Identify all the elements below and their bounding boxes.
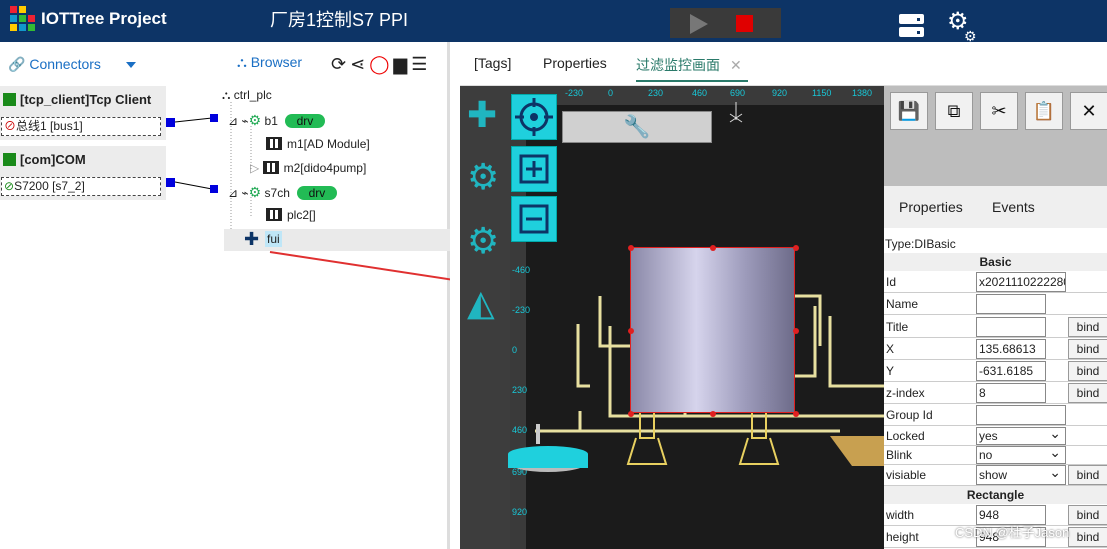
table-icon bbox=[262, 161, 279, 174]
cut-button[interactable]: ✂ bbox=[980, 92, 1018, 130]
save-button[interactable]: 💾 bbox=[890, 92, 928, 130]
plug-icon: ⌁ bbox=[241, 186, 249, 200]
table-icon bbox=[266, 137, 282, 150]
gear-icon: ⚙ bbox=[248, 112, 262, 128]
tab-hmi[interactable]: 过滤监控画面 ✕ bbox=[636, 55, 748, 82]
bind-button[interactable]: bind bbox=[1068, 505, 1107, 525]
gears-icon[interactable]: ⚙ ⚙ bbox=[947, 10, 977, 45]
browser-toolbar: ⟳⋖◯▆☰ bbox=[331, 54, 431, 75]
close-icon: ✕ bbox=[1081, 101, 1097, 121]
plug-icon: ⌁ bbox=[241, 114, 249, 128]
expand-icon[interactable]: ⊿ bbox=[228, 114, 238, 128]
watermark: CSDN @杜子Jason bbox=[955, 525, 1070, 540]
bind-button[interactable]: bind bbox=[1068, 527, 1107, 547]
prop-input-groupid[interactable] bbox=[976, 405, 1066, 425]
prop-row-zindex: z-index 8 bind bbox=[884, 382, 1107, 404]
prop-row-locked: Locked yes bbox=[884, 426, 1107, 446]
tree-channel[interactable]: ⊿ ⌁⚙ s7ch drv bbox=[228, 184, 338, 201]
selected-tank-shape[interactable] bbox=[628, 245, 799, 417]
prop-row-groupid: Group Id bbox=[884, 404, 1107, 426]
share-icon[interactable]: ⋖ bbox=[350, 54, 369, 74]
tree-ui-node[interactable]: ✚ fui bbox=[224, 229, 450, 251]
drv-badge[interactable]: drv bbox=[296, 186, 338, 200]
section-basic: Basic bbox=[884, 253, 1107, 271]
tree-device[interactable]: ▷ m2[dido4pump] bbox=[250, 161, 366, 175]
close-icon[interactable]: ✕ bbox=[730, 57, 742, 73]
tree-device[interactable]: m1[AD Module] bbox=[266, 137, 370, 151]
tab-tags[interactable]: [Tags] bbox=[474, 55, 511, 71]
top-bar: IOTTree Project 厂房1控制S7 PPI ⚙ ⚙ bbox=[0, 0, 1107, 45]
expand-icon[interactable]: ⊿ bbox=[228, 186, 238, 200]
left-panel: 🔗 Connectors [tcp_client]Tcp Client ⊘总线1… bbox=[0, 42, 450, 549]
database-icon[interactable]: ☰ bbox=[411, 54, 431, 74]
tree-channel[interactable]: ⊿ ⌁⚙ b1 drv bbox=[228, 112, 326, 129]
tab-properties-panel[interactable]: Properties bbox=[899, 199, 963, 215]
copy-button[interactable]: ⧉ bbox=[935, 92, 973, 130]
play-icon[interactable] bbox=[690, 14, 708, 34]
prop-select-visible[interactable]: show bbox=[976, 465, 1066, 485]
run-controls bbox=[670, 8, 781, 38]
prop-input-zindex[interactable]: 8 bbox=[976, 383, 1046, 403]
bind-button[interactable]: bind bbox=[1068, 383, 1107, 403]
bind-button[interactable]: bind bbox=[1068, 339, 1107, 359]
app-title: IOTTree Project bbox=[41, 9, 167, 28]
sitemap-icon: ⛬ bbox=[222, 88, 231, 102]
bind-button[interactable]: bind bbox=[1068, 465, 1107, 485]
table-icon bbox=[266, 208, 282, 221]
prop-row-title: Title bind bbox=[884, 316, 1107, 338]
prop-row-blink: Blink no bbox=[884, 445, 1107, 465]
prop-input-x[interactable]: 135.68613 bbox=[976, 339, 1046, 359]
prop-row-id: Id x2021110222280 bbox=[884, 271, 1107, 293]
properties-toolbar: 💾 ⧉ ✂ 📋 ✕ bbox=[884, 86, 1107, 186]
tab-events[interactable]: Events bbox=[992, 199, 1035, 215]
bind-button[interactable]: bind bbox=[1068, 361, 1107, 381]
clipboard-icon: 📋 bbox=[1032, 101, 1056, 121]
copy-icon: ⧉ bbox=[947, 101, 961, 121]
properties-grid: Type:DIBasic Basic Id x2021110222280 Name… bbox=[884, 228, 1107, 549]
paste-button[interactable]: 📋 bbox=[1025, 92, 1063, 130]
expand-icon[interactable]: ▷ bbox=[250, 161, 259, 175]
close-button[interactable]: ✕ bbox=[1070, 92, 1107, 130]
type-label: Type:DIBasic bbox=[885, 237, 956, 251]
puzzle-icon: ✚ bbox=[244, 229, 260, 249]
prop-input-y[interactable]: -631.6185 bbox=[976, 361, 1046, 381]
app-logo-icon bbox=[6, 4, 36, 38]
browser-header[interactable]: ⛬ Browser bbox=[237, 54, 302, 71]
stop-icon[interactable] bbox=[736, 15, 753, 32]
prop-row-name: Name bbox=[884, 293, 1107, 315]
tree-root[interactable]: ⛬ ctrl_plc bbox=[222, 88, 272, 103]
prop-input-title[interactable] bbox=[976, 317, 1046, 337]
editor-tabs: [Tags] Properties 过滤监控画面 ✕ bbox=[460, 42, 1107, 114]
section-rectangle: Rectangle bbox=[884, 486, 1107, 504]
gear-icon: ⚙ bbox=[248, 184, 262, 200]
power-icon[interactable]: ◯ bbox=[369, 54, 393, 74]
prop-input-name[interactable] bbox=[976, 294, 1046, 314]
prop-select-blink[interactable]: no bbox=[976, 446, 1066, 464]
prop-row-visible: visiableshowbind bbox=[884, 464, 1107, 486]
properties-tabs: Properties Events bbox=[884, 186, 1107, 228]
prop-select-locked[interactable]: yes bbox=[976, 427, 1066, 445]
tree-device[interactable]: plc2[] bbox=[266, 208, 316, 222]
selection-handles bbox=[628, 245, 799, 417]
bind-button[interactable]: bind bbox=[1068, 317, 1107, 337]
project-title: 厂房1控制S7 PPI bbox=[270, 10, 409, 30]
tab-properties[interactable]: Properties bbox=[543, 55, 607, 71]
book-icon[interactable]: ▆ bbox=[393, 54, 411, 74]
connection-lines bbox=[174, 102, 450, 281]
drv-badge[interactable]: drv bbox=[284, 114, 326, 128]
prop-row-x: X 135.68613 bind bbox=[884, 338, 1107, 360]
hmi-editor[interactable]: ✚ ⚙ ⚙ ◭ -230 0 230 460 690 920 1150 1380… bbox=[460, 86, 884, 549]
server-icon[interactable] bbox=[899, 14, 924, 38]
scissors-icon: ✂ bbox=[991, 101, 1007, 121]
prop-row-y: Y -631.6185 bind bbox=[884, 360, 1107, 382]
save-icon: 💾 bbox=[897, 101, 921, 121]
prop-input-id[interactable]: x2021110222280 bbox=[976, 272, 1066, 292]
refresh-icon[interactable]: ⟳ bbox=[331, 54, 350, 74]
